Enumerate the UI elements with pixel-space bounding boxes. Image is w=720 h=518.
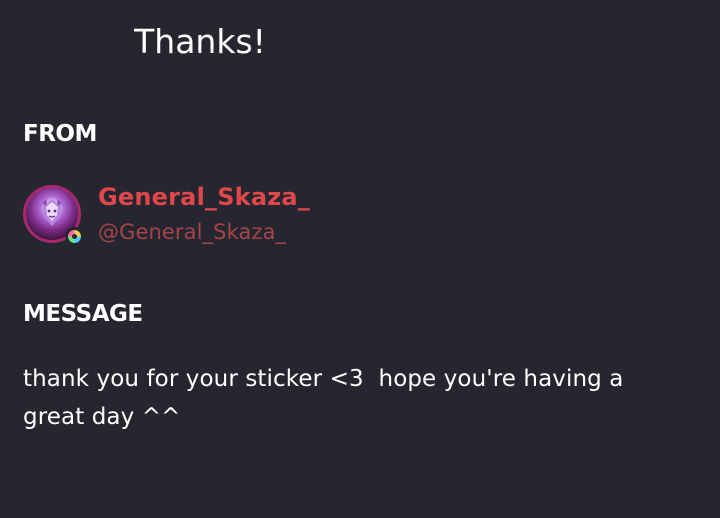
- avatar[interactable]: [23, 185, 83, 245]
- sender-username[interactable]: @General_Skaza_: [98, 217, 310, 247]
- sender-info[interactable]: General_Skaza_ @General_Skaza_: [23, 182, 310, 246]
- sender-names: General_Skaza_ @General_Skaza_: [98, 182, 310, 247]
- avatar-portrait-icon: [42, 199, 62, 226]
- from-label: FROM: [23, 121, 97, 147]
- sender-display-name[interactable]: General_Skaza_: [98, 182, 310, 212]
- page-title: Thanks!: [134, 22, 266, 61]
- nitro-badge-icon: [65, 227, 83, 245]
- message-label: MESSAGE: [23, 301, 143, 327]
- message-body: thank you for your sticker <3 hope you'r…: [23, 366, 631, 430]
